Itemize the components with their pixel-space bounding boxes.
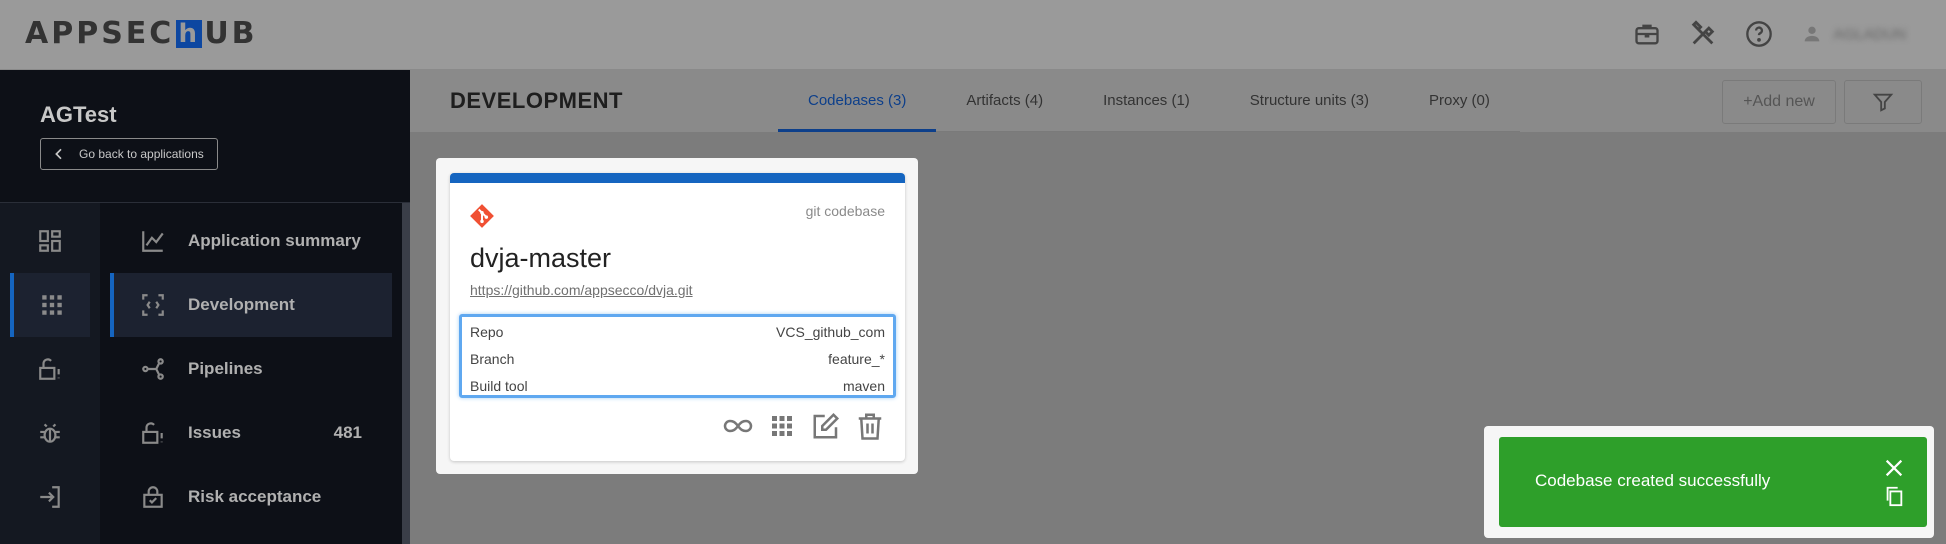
left-navigation: AGTest Go back to applications Applicati… <box>0 70 410 544</box>
tab-instances[interactable]: Instances (1) <box>1073 70 1220 132</box>
card-actions <box>723 411 885 441</box>
filter-button[interactable] <box>1844 80 1922 124</box>
tab-bar: Codebases (3) Artifacts (4) Instances (1… <box>778 70 1520 132</box>
rail-dashboard[interactable] <box>10 209 90 273</box>
menu-item-risk-acceptance[interactable]: Risk acceptance <box>110 465 392 529</box>
menu-label: Pipelines <box>188 359 263 378</box>
codebase-type: git codebase <box>805 203 885 219</box>
menu-label: Issues <box>188 423 241 442</box>
property-row: Branch feature_* <box>470 346 885 373</box>
logo-prefix: APPSEC <box>25 16 175 51</box>
code-scan-icon <box>142 294 164 316</box>
tools-icon[interactable] <box>1689 20 1717 48</box>
lock-alert-icon <box>142 422 163 444</box>
git-icon <box>470 204 494 228</box>
property-value: maven <box>842 378 885 394</box>
back-label: Go back to applications <box>79 147 204 161</box>
app-title: AGTest <box>40 102 117 127</box>
edit-icon[interactable] <box>811 411 841 441</box>
issues-count: 481 <box>333 423 362 442</box>
username: AGLADUN <box>1833 25 1906 43</box>
user-menu[interactable]: AGLADUN <box>1801 23 1906 45</box>
help-icon[interactable] <box>1745 20 1773 48</box>
menu-label: Application summary <box>188 231 361 250</box>
codebase-name: dvja-master <box>470 243 612 273</box>
menu-item-pipelines[interactable]: Pipelines <box>110 337 392 401</box>
toast-message: Codebase created successfully <box>1535 471 1771 490</box>
infinity-icon[interactable] <box>723 411 753 441</box>
tab-artifacts[interactable]: Artifacts (4) <box>936 70 1073 132</box>
codebase-properties: Repo VCS_github_com Branch feature_* Bui… <box>459 314 896 398</box>
logo-suffix: UB <box>204 16 258 51</box>
briefcase-icon[interactable] <box>1633 20 1661 48</box>
property-row: Build tool maven <box>470 373 885 400</box>
menu-label: Development <box>188 295 295 314</box>
main-header: DEVELOPMENT Codebases (3) Artifacts (4) … <box>410 70 1946 132</box>
dashboard-icon <box>39 230 61 252</box>
lock-alert-icon <box>39 358 60 380</box>
success-toast: Codebase created successfully <box>1499 437 1927 527</box>
rail-apps[interactable] <box>10 273 90 337</box>
logo-h-mark: h <box>176 19 203 48</box>
menu-item-application-summary[interactable]: Application summary <box>110 209 392 273</box>
apps-grid-icon[interactable] <box>767 411 797 441</box>
filter-icon <box>1872 93 1894 112</box>
appsechub-logo[interactable]: APPSEC h UB <box>25 16 258 51</box>
menu-label: Risk acceptance <box>188 487 322 506</box>
codebase-card[interactable]: git codebase dvja-master https://github.… <box>450 173 905 461</box>
property-row: Repo VCS_github_com <box>470 319 885 346</box>
menu-item-issues[interactable]: Issues 481 <box>110 401 392 465</box>
close-icon[interactable] <box>1883 457 1905 479</box>
card-accent-bar <box>450 173 905 183</box>
property-value: feature_* <box>828 351 885 367</box>
property-key: Build tool <box>470 378 528 394</box>
exit-icon <box>40 486 60 508</box>
rail-issues[interactable] <box>10 337 90 401</box>
top-bar: APPSEC h UB AGLADUN <box>0 0 1946 70</box>
menu-item-development[interactable]: Development <box>110 273 392 337</box>
user-icon <box>1805 26 1820 42</box>
property-key: Repo <box>470 324 504 340</box>
tab-proxy[interactable]: Proxy (0) <box>1399 70 1520 132</box>
lock-check-icon <box>143 486 163 508</box>
bug-icon <box>40 423 60 443</box>
property-key: Branch <box>470 351 515 367</box>
sidebar-scrollbar[interactable] <box>402 203 410 544</box>
apps-grid-icon <box>42 295 62 315</box>
icon-rail <box>0 203 100 544</box>
trash-icon[interactable] <box>855 411 885 441</box>
tab-codebases[interactable]: Codebases (3) <box>778 70 937 132</box>
pipeline-icon <box>142 358 164 380</box>
codebase-url-link[interactable]: https://github.com/appsecco/dvja.git <box>470 282 693 298</box>
rail-exit[interactable] <box>10 465 90 529</box>
property-value: VCS_github_com <box>776 324 885 340</box>
page-title: DEVELOPMENT <box>450 88 623 113</box>
back-to-applications-button[interactable]: Go back to applications <box>40 138 218 170</box>
chevron-left-icon <box>55 148 62 160</box>
tab-structure-units[interactable]: Structure units (3) <box>1220 70 1399 132</box>
rail-bugs[interactable] <box>10 401 90 465</box>
add-new-button[interactable]: +Add new <box>1722 80 1836 124</box>
chart-line-icon <box>142 231 164 252</box>
copy-icon[interactable] <box>1883 485 1905 507</box>
